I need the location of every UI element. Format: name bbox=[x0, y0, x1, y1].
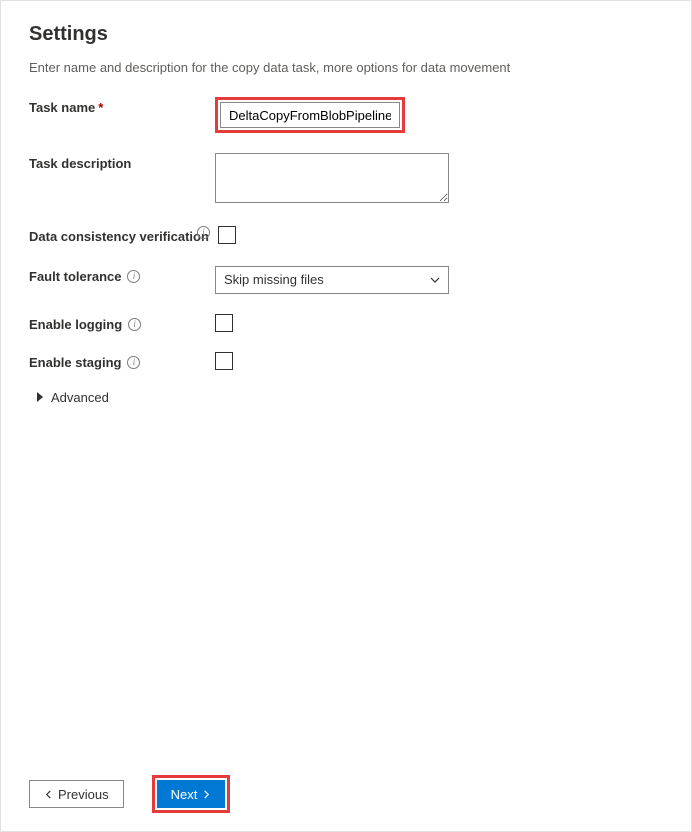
previous-button-label: Previous bbox=[58, 787, 109, 802]
info-icon[interactable]: i bbox=[127, 356, 140, 369]
fault-tolerance-select[interactable]: Skip missing files bbox=[215, 266, 449, 294]
enable-staging-checkbox[interactable] bbox=[215, 352, 233, 370]
chevron-right-icon bbox=[202, 790, 211, 799]
page-title: Settings bbox=[29, 23, 663, 46]
next-button-label: Next bbox=[171, 787, 198, 802]
previous-button[interactable]: Previous bbox=[29, 780, 124, 808]
task-description-input[interactable] bbox=[215, 153, 449, 203]
advanced-label: Advanced bbox=[51, 390, 109, 405]
fault-tolerance-label: Fault tolerance bbox=[29, 269, 121, 284]
enable-logging-checkbox[interactable] bbox=[215, 314, 233, 332]
page-subtitle: Enter name and description for the copy … bbox=[29, 60, 663, 75]
data-consistency-label: Data consistency verification bbox=[29, 229, 209, 246]
task-name-input[interactable] bbox=[220, 102, 400, 128]
required-indicator: * bbox=[98, 100, 103, 115]
info-icon[interactable]: i bbox=[128, 318, 141, 331]
next-button-highlight: Next bbox=[152, 775, 231, 813]
task-name-highlight bbox=[215, 97, 405, 133]
enable-staging-label: Enable staging bbox=[29, 355, 121, 370]
chevron-left-icon bbox=[44, 790, 53, 799]
chevron-right-icon bbox=[37, 392, 43, 402]
chevron-down-icon bbox=[430, 275, 440, 285]
task-name-label: Task name bbox=[29, 100, 95, 115]
next-button[interactable]: Next bbox=[157, 780, 226, 808]
info-icon[interactable]: i bbox=[197, 226, 210, 239]
data-consistency-checkbox[interactable] bbox=[218, 226, 236, 244]
advanced-toggle[interactable]: Advanced bbox=[37, 390, 663, 405]
enable-logging-label: Enable logging bbox=[29, 317, 122, 332]
fault-tolerance-value: Skip missing files bbox=[224, 272, 324, 287]
info-icon[interactable]: i bbox=[127, 270, 140, 283]
task-description-label: Task description bbox=[29, 156, 131, 171]
